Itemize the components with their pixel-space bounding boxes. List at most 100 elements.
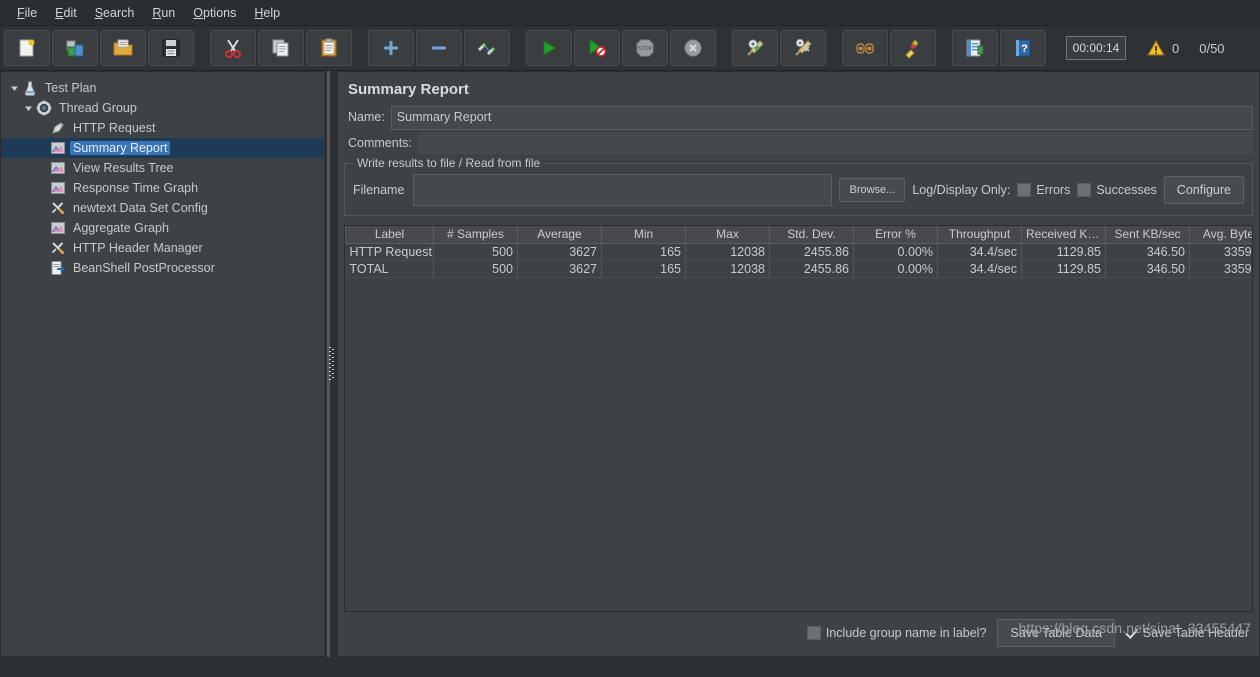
tree-node-label: Thread Group: [59, 101, 137, 115]
listener-icon: [49, 160, 67, 176]
col-header[interactable]: Error %: [853, 226, 938, 244]
copy-button[interactable]: [258, 30, 304, 66]
tree-node-aggregate-graph[interactable]: Aggregate Graph: [1, 218, 324, 238]
cut-button[interactable]: [210, 30, 256, 66]
filename-label: Filename: [353, 183, 405, 197]
tree-node-http-request[interactable]: HTTP Request: [1, 118, 324, 138]
cell-value: 2455.86: [769, 243, 854, 261]
http-request-icon: [49, 120, 67, 136]
test-plan-tree-pane: Test Plan Thread Group HTTP Request Summary…: [0, 71, 324, 657]
col-header[interactable]: Min: [601, 226, 686, 244]
col-header[interactable]: Throughput: [937, 226, 1022, 244]
menu-search[interactable]: Search: [86, 3, 144, 23]
warning-count: 0: [1172, 40, 1180, 56]
cell-value: 165: [601, 260, 686, 278]
write-results-group: Write results to file / Read from file F…: [344, 156, 1253, 216]
tree-node-label: Aggregate Graph: [73, 221, 169, 235]
tree-node-label: newtext Data Set Config: [73, 201, 208, 215]
include-group-name-label: Include group name in label?: [825, 626, 987, 640]
table-row[interactable]: HTTP Request 500 3627 165 12038 2455.86 0.00% 3…: [345, 243, 1252, 261]
tree-node-summary-report[interactable]: Summary Report: [1, 138, 324, 158]
cell-value: 346.50: [1105, 243, 1190, 261]
start-button[interactable]: [526, 30, 572, 66]
templates-button[interactable]: [52, 30, 98, 66]
toggle-button[interactable]: [464, 30, 510, 66]
configure-button[interactable]: Configure: [1163, 176, 1244, 204]
name-input[interactable]: Summary Report: [390, 106, 1253, 130]
expand-all-button[interactable]: [368, 30, 414, 66]
new-button[interactable]: [4, 30, 50, 66]
warning-icon: [1146, 39, 1166, 56]
summary-report-pane: Summary Report Name: Summary Report Comm…: [337, 71, 1260, 657]
include-group-name-checkbox[interactable]: [806, 626, 821, 640]
clear-button[interactable]: [732, 30, 778, 66]
tree-node-newtext-data-set-config[interactable]: newtext Data Set Config: [1, 198, 324, 218]
tree-node-beanshell-postprocessor[interactable]: BeanShell PostProcessor: [1, 258, 324, 278]
table-header-row: Label # Samples Average Min Max Std. Dev. Erro…: [345, 226, 1252, 244]
menu-bar: File Edit Search Run Options Help: [0, 0, 1260, 26]
function-helper-button[interactable]: [952, 30, 998, 66]
cell-value: 500: [433, 243, 518, 261]
menu-file[interactable]: File: [8, 3, 46, 23]
help-button[interactable]: ?: [1000, 30, 1046, 66]
config-icon: [49, 240, 67, 256]
cell-label: HTTP Request: [345, 243, 434, 261]
open-button[interactable]: [100, 30, 146, 66]
reset-search-button[interactable]: [890, 30, 936, 66]
search-button[interactable]: [842, 30, 888, 66]
stop-button[interactable]: STOP: [622, 30, 668, 66]
split-divider[interactable]: [324, 71, 337, 657]
save-button[interactable]: [148, 30, 194, 66]
errors-checkbox[interactable]: [1017, 183, 1032, 197]
col-header[interactable]: Label: [345, 226, 434, 244]
col-header[interactable]: Received KB/...: [1021, 226, 1106, 244]
col-header[interactable]: Std. Dev.: [769, 226, 854, 244]
tree-node-label: Summary Report: [70, 141, 171, 155]
successes-checkbox[interactable]: [1077, 183, 1092, 197]
menu-run[interactable]: Run: [143, 3, 184, 23]
clear-all-button[interactable]: [780, 30, 826, 66]
save-table-data-button[interactable]: Save Table Data: [997, 619, 1115, 647]
tree-node-thread-group[interactable]: Thread Group: [1, 98, 324, 118]
page-title: Summary Report: [348, 81, 469, 98]
tree-node-test-plan[interactable]: Test Plan: [1, 78, 324, 98]
table-row[interactable]: TOTAL 500 3627 165 12038 2455.86 0.00% 34.4/sec…: [345, 260, 1252, 278]
col-header[interactable]: Average: [517, 226, 602, 244]
tree-node-http-header-manager[interactable]: HTTP Header Manager: [1, 238, 324, 258]
comments-input[interactable]: [417, 132, 1253, 154]
collapse-all-button[interactable]: [416, 30, 462, 66]
tree-node-label: Test Plan: [45, 81, 97, 95]
col-header[interactable]: # Samples: [433, 226, 518, 244]
warning-indicator[interactable]: 0: [1146, 39, 1179, 57]
start-no-pauses-button[interactable]: [574, 30, 620, 66]
split-grip-icon[interactable]: [329, 347, 334, 381]
toolbar: STOP ? 00:00:14 0 0/50: [0, 26, 1260, 71]
tree-node-label: HTTP Header Manager: [73, 241, 203, 255]
cell-value: 1129.85: [1021, 243, 1106, 261]
save-table-header-label: Save Table Header: [1142, 626, 1249, 640]
expand-twisty-icon[interactable]: [7, 84, 21, 93]
cell-value: 165: [601, 243, 686, 261]
status-bar: [0, 657, 1260, 677]
paste-button[interactable]: [306, 30, 352, 66]
col-header[interactable]: Sent KB/sec: [1105, 226, 1190, 244]
comments-label: Comments:: [348, 136, 412, 150]
svg-text:STOP: STOP: [638, 46, 653, 52]
cell-value: 12038: [685, 243, 770, 261]
shutdown-button[interactable]: [670, 30, 716, 66]
table-empty-area: [345, 278, 1252, 611]
expand-twisty-icon[interactable]: [21, 104, 35, 113]
cell-value: 33593.6: [1189, 260, 1252, 278]
col-header[interactable]: Avg. Bytes: [1189, 226, 1252, 244]
cell-value: 3627: [517, 243, 602, 261]
tree-node-label: HTTP Request: [73, 121, 156, 135]
save-table-header-checkbox[interactable]: [1125, 627, 1138, 639]
col-header[interactable]: Max: [685, 226, 770, 244]
menu-help[interactable]: Help: [245, 3, 289, 23]
menu-options[interactable]: Options: [184, 3, 245, 23]
browse-button[interactable]: Browse...: [839, 178, 906, 202]
menu-edit[interactable]: Edit: [46, 3, 86, 23]
filename-input[interactable]: [413, 174, 833, 206]
tree-node-response-time-graph[interactable]: Response Time Graph: [1, 178, 324, 198]
tree-node-view-results-tree[interactable]: View Results Tree: [1, 158, 324, 178]
